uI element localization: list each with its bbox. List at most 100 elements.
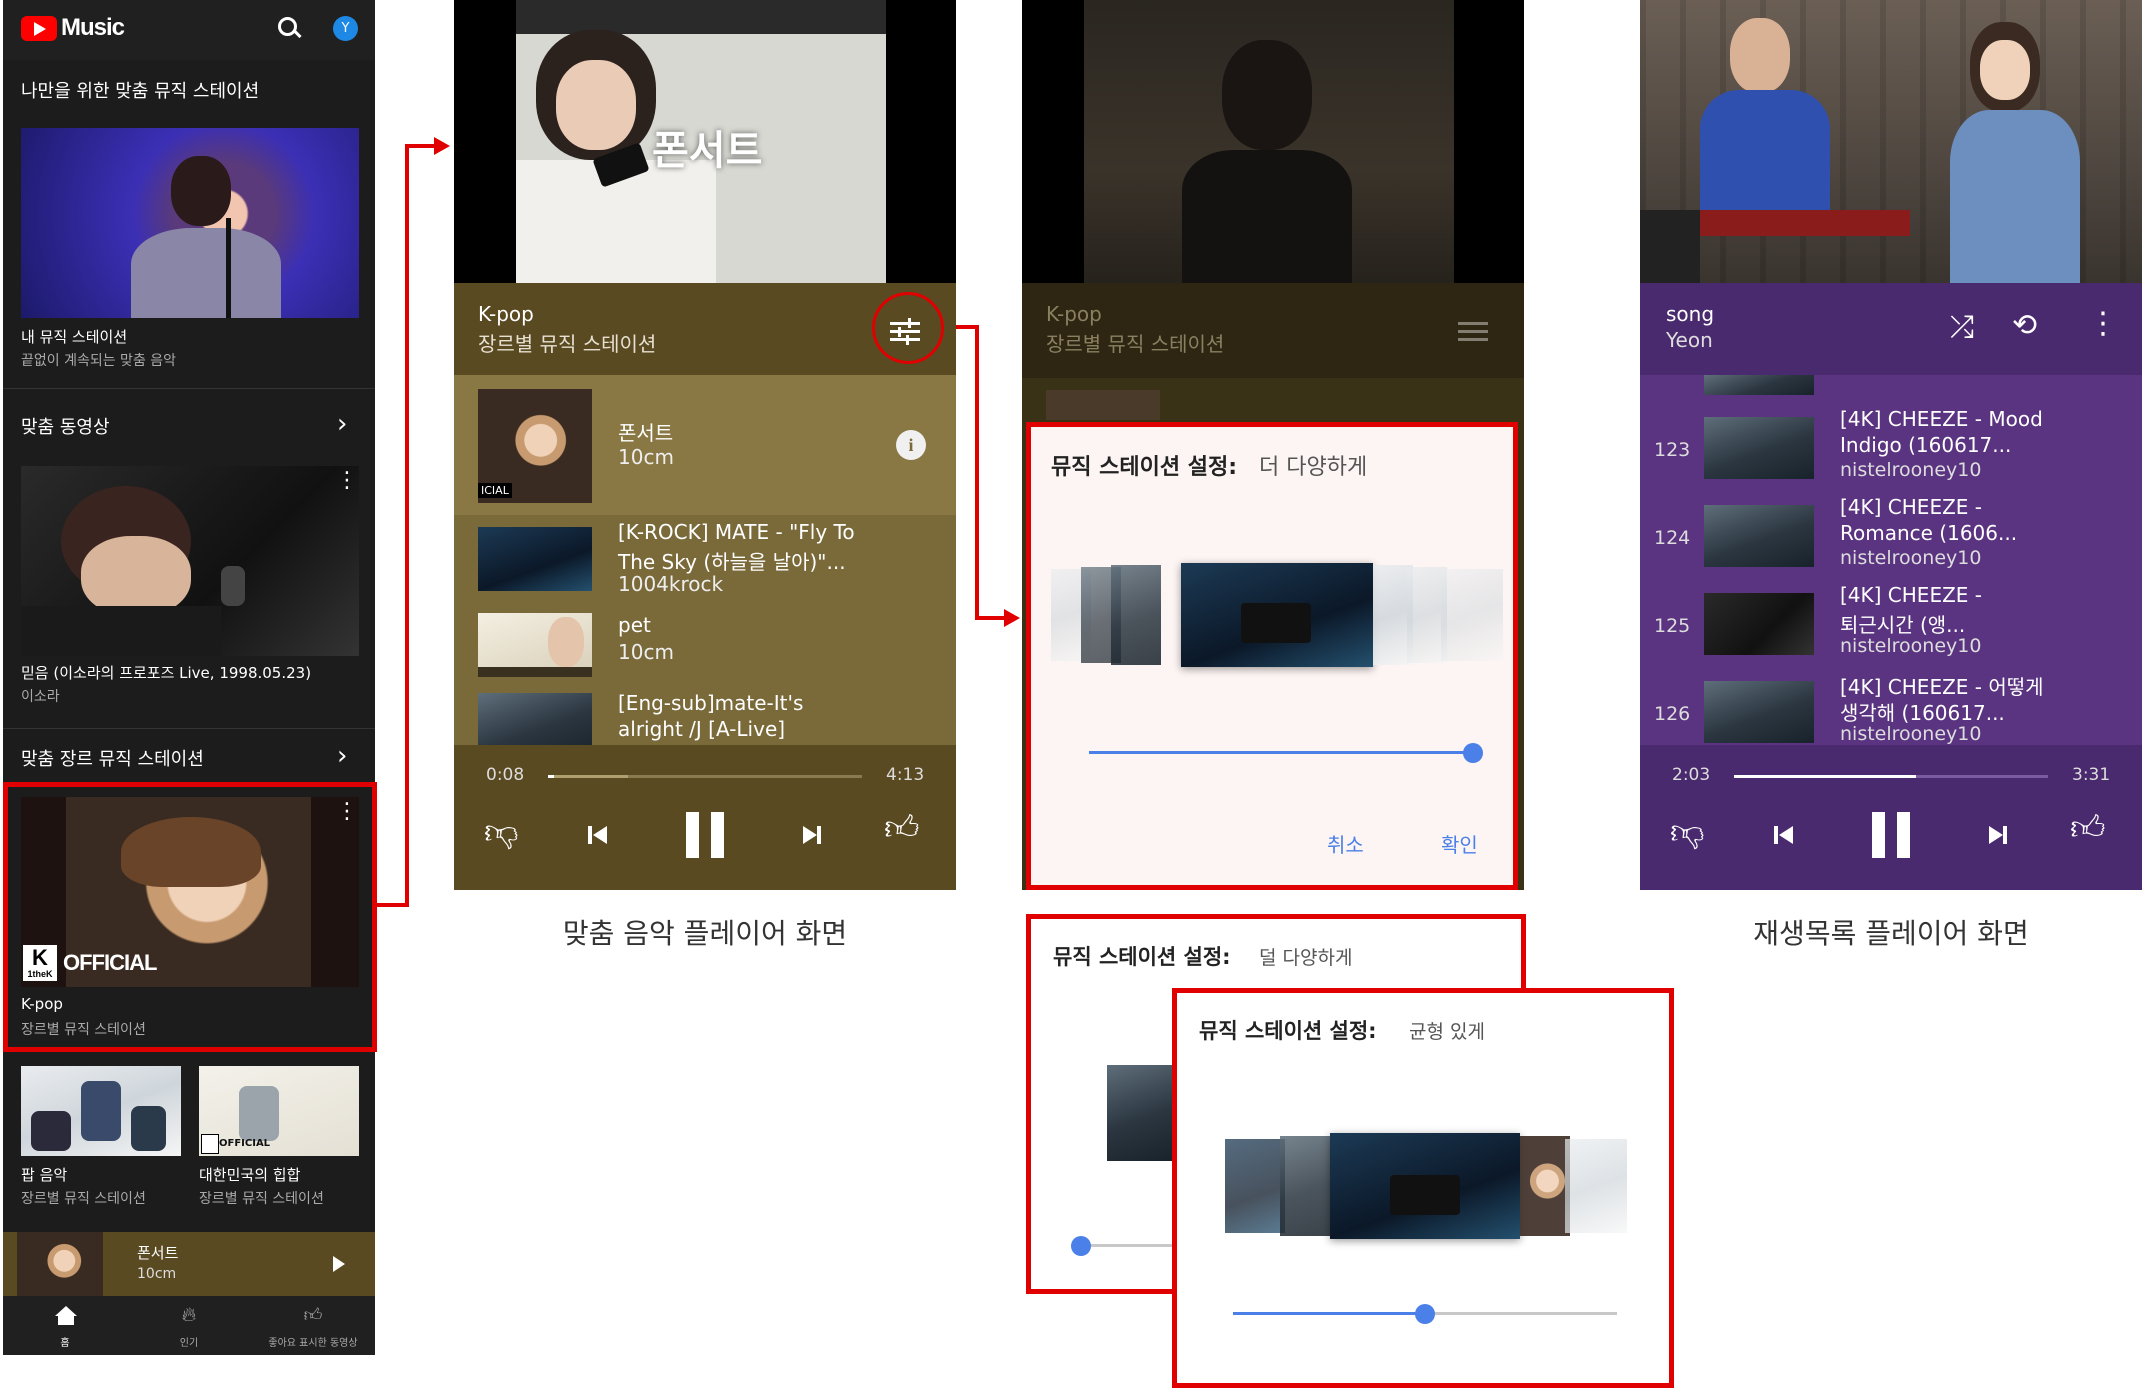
thumbs-up-icon[interactable]: 👍︎: [2070, 808, 2106, 849]
thumbs-up-icon[interactable]: 👍︎: [884, 808, 920, 849]
previous-icon[interactable]: [1774, 824, 1796, 846]
time-current: 0:08: [486, 765, 525, 785]
info-icon[interactable]: i: [896, 430, 926, 460]
playlist-title: [4K] CHEEZE -: [1840, 583, 1982, 607]
more-vert-icon[interactable]: ⋮: [336, 470, 358, 492]
card2-title: 믿음 (이소라의 프로포즈 Live, 1998.05.23): [21, 664, 312, 682]
caption-custom-player: 맞춤 음악 플레이어 화면: [562, 917, 848, 950]
queue-title: [Eng-sub]mate-It's: [618, 691, 804, 715]
section-title-videos[interactable]: 맞춤 동영상: [21, 413, 110, 439]
nav-liked[interactable]: 👍︎ 좋아요 표시한 동영상: [251, 1296, 375, 1355]
small-card2-title: 대한민국의 힙합: [199, 1166, 301, 1184]
mini-player[interactable]: 폰서트 10cm: [3, 1232, 375, 1296]
next-icon[interactable]: [1986, 824, 2008, 846]
highlight-box-kpop: [3, 782, 377, 1052]
nav-home-label: 홈: [60, 1338, 70, 1349]
slider-thumb[interactable]: [1071, 1236, 1091, 1256]
thumbs-down-icon[interactable]: 👎︎: [1670, 812, 1705, 853]
diversity-slider[interactable]: [1089, 743, 1483, 763]
next-icon[interactable]: [800, 824, 822, 846]
queue-item[interactable]: [K-ROCK] MATE - "Fly To The Sky (하늘을 날아)…: [454, 515, 956, 603]
progress-buffer: [548, 775, 628, 778]
video-area[interactable]: [1640, 0, 2142, 283]
arrow-line: [975, 325, 979, 620]
divider: [3, 388, 375, 389]
video-thumbnail-mideum[interactable]: [21, 466, 359, 656]
playlist-title: [4K] CHEEZE -: [1840, 495, 1982, 519]
bottom-nav: 홈 🔥︎ 인기 👍︎ 좋아요 표시한 동영상: [3, 1296, 375, 1355]
playlist-channel: nistelrooney10: [1840, 547, 1982, 569]
arrow-head: [1004, 609, 1020, 627]
slider-thumb[interactable]: [1415, 1304, 1435, 1324]
dialog-title: 뮤직 스테이션 설정:: [1199, 1019, 1377, 1043]
playlist-index: 125: [1654, 615, 1691, 637]
pause-icon[interactable]: [686, 812, 726, 858]
divider: [3, 728, 375, 729]
preview-thumbnail: [1107, 1065, 1177, 1161]
playlist-channel: nistelrooney10: [1840, 459, 1982, 481]
chevron-right-icon[interactable]: ›: [337, 741, 347, 771]
repeat-icon[interactable]: ⟲: [2012, 308, 2037, 343]
chevron-right-icon[interactable]: ›: [337, 409, 347, 439]
dialog-title: 뮤직 스테이션 설정:: [1053, 945, 1231, 969]
cancel-button[interactable]: 취소: [1327, 829, 1364, 858]
playlist-item[interactable]: 124 [4K] CHEEZE - Romance (1606... niste…: [1640, 491, 2142, 579]
playlist-index: 124: [1654, 527, 1691, 549]
queue-thumbnail: ICIAL: [478, 389, 592, 503]
station-title: K-pop: [478, 302, 534, 326]
nav-trending[interactable]: 🔥︎ 인기: [127, 1296, 251, 1355]
thumbs-down-icon[interactable]: 👎︎: [484, 812, 519, 853]
card1-title: 내 뮤직 스테이션: [21, 328, 128, 346]
queue-thumbnail: [1704, 375, 1814, 395]
queue-item[interactable]: pet 10cm: [454, 603, 956, 683]
card1-subtitle: 끝없이 계속되는 맞춤 음악: [21, 353, 177, 369]
queue-thumbnail-dimmed: [1046, 390, 1160, 420]
my-station-thumbnail[interactable]: [21, 128, 359, 318]
pop-station-thumbnail[interactable]: [21, 1066, 181, 1156]
playlist-title-line2: Indigo (160617...: [1840, 433, 2012, 457]
arrow-head: [434, 137, 450, 155]
station-preview-carousel: [1051, 563, 1503, 667]
playlist-title: [4K] CHEEZE - Mood: [1840, 407, 2043, 431]
playlist-item[interactable]: 125 [4K] CHEEZE - 퇴근시간 (앵... nistelroone…: [1640, 579, 2142, 667]
queue-title: [K-ROCK] MATE - "Fly To: [618, 520, 855, 544]
video-area[interactable]: 폰서트: [454, 0, 956, 283]
nav-liked-label: 좋아요 표시한 동영상: [268, 1338, 358, 1349]
station-title: K-pop: [1046, 302, 1102, 326]
slider-thumb[interactable]: [1463, 743, 1483, 763]
playlist-item[interactable]: 123 [4K] CHEEZE - Mood Indigo (160617...…: [1640, 403, 2142, 491]
queue-artist: 10cm: [618, 445, 674, 469]
small-card1-subtitle: 장르별 뮤직 스테이션: [21, 1191, 146, 1207]
section-title-genre-stations[interactable]: 맞춤 장르 뮤직 스테이션: [21, 745, 204, 771]
top-bar: Music Y: [3, 0, 375, 60]
queue-item[interactable]: [Eng-sub]mate-It's alright /J [A-Live]: [454, 683, 956, 745]
diversity-slider[interactable]: [1233, 1304, 1617, 1324]
playlist-item[interactable]: 126 [4K] CHEEZE - 어떻게 생각해 (160617... nis…: [1640, 667, 2142, 745]
playlist-thumbnail: [1704, 593, 1814, 655]
playlist-player-screen: song Yeon ⤮ ⟲ ⋮ 123 [4K] CHEEZE - Mood I…: [1640, 0, 2142, 890]
avatar[interactable]: Y: [333, 16, 358, 41]
section-title-stations: 나만을 위한 맞춤 뮤직 스테이션: [21, 81, 260, 102]
pause-icon[interactable]: [1872, 812, 1912, 858]
playlist-channel: nistelrooney10: [1840, 723, 1982, 745]
queue-item-current[interactable]: ICIAL 폰서트 10cm i: [454, 375, 956, 515]
youtube-logo-icon[interactable]: [21, 16, 57, 41]
previous-icon[interactable]: [588, 824, 610, 846]
queue-badge: ICIAL: [478, 483, 512, 498]
slider-fill: [1089, 751, 1473, 754]
nav-home[interactable]: 홈: [3, 1296, 127, 1355]
tune-settings-icon: [1458, 318, 1488, 344]
video-overlay-text: 폰서트: [652, 128, 763, 174]
hiphop-station-thumbnail[interactable]: OFFICIAL: [199, 1066, 359, 1156]
confirm-button[interactable]: 확인: [1441, 829, 1478, 858]
home-screen: Music Y 나만을 위한 맞춤 뮤직 스테이션 내 뮤직 스테이션 끝없이 …: [3, 0, 375, 1355]
shuffle-icon[interactable]: ⤮: [1950, 310, 1974, 345]
app-name: Music: [61, 14, 125, 41]
queue-thumbnail: [478, 693, 592, 745]
play-icon[interactable]: [333, 1256, 345, 1272]
song-title: song: [1666, 302, 1715, 326]
more-vert-icon[interactable]: ⋮: [2088, 306, 2118, 342]
playlist-channel: nistelrooney10: [1840, 635, 1982, 657]
search-icon[interactable]: [277, 16, 302, 40]
thumbs-up-icon: 👍︎: [303, 1305, 323, 1326]
